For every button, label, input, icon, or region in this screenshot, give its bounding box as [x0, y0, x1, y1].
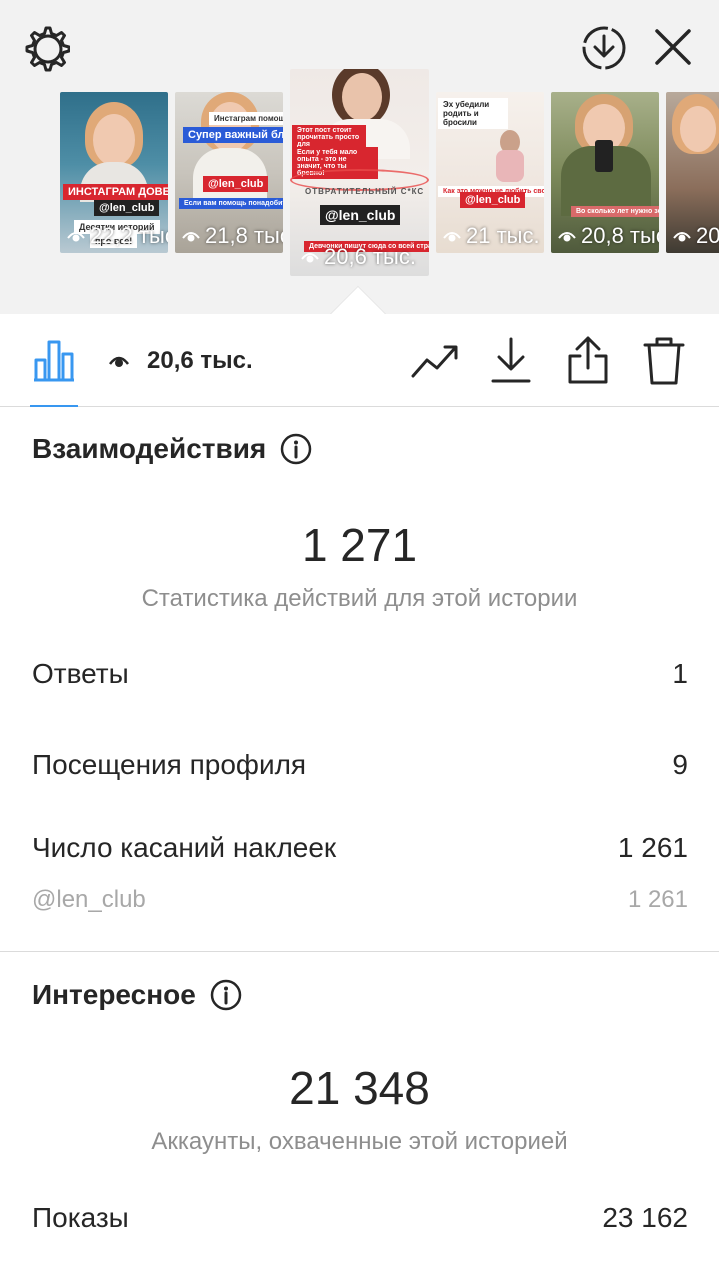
- stat-value: 1: [672, 658, 688, 689]
- views-count: 22,2 тыс.: [90, 223, 168, 248]
- trash-icon[interactable]: [642, 336, 686, 386]
- thumbnail-views: 21,8 тыс.: [181, 223, 283, 249]
- interactions-subtitle: Статистика действий для этой истории: [141, 585, 578, 612]
- stat-row-impressions: Показы 23 162: [32, 1202, 688, 1234]
- insights-toolbar: 20,6 тыс.: [0, 314, 719, 407]
- close-icon[interactable]: [652, 26, 694, 68]
- stat-row-sticker-taps: Число касаний наклеек 1 261: [32, 832, 688, 864]
- story-thumbnail[interactable]: ИНСТАГРАМ ДОВЕРИЯ! @len_club Десятки ист…: [60, 92, 168, 253]
- story-tag: ОТВРАТИТЕЛЬНЫЙ С*КС: [305, 187, 425, 196]
- stat-value: 1 261: [617, 832, 688, 863]
- info-icon[interactable]: [210, 979, 242, 1011]
- trend-icon[interactable]: [411, 342, 459, 380]
- person-face: [680, 106, 716, 152]
- eye-icon: [443, 232, 461, 242]
- thumbnail-views: 21 тыс.: [442, 223, 540, 249]
- section-divider: [0, 951, 719, 952]
- thumbnail-views: 22,2 тыс.: [66, 223, 168, 249]
- info-icon[interactable]: [280, 433, 312, 465]
- thumbnail-views: 20,8 тыс.: [557, 223, 659, 249]
- stat-label: Ответы: [32, 658, 129, 689]
- story-thumbnail-selected[interactable]: Этот пост стоит прочитать просто для про…: [290, 69, 429, 276]
- story-carousel: ИНСТАГРАМ ДОВЕРИЯ! @len_club Десятки ист…: [0, 0, 719, 314]
- story-tag: Инстаграм помощи: [209, 112, 283, 125]
- story-tag: Эх убедили родить и бросили: [438, 98, 508, 129]
- views-count: 21,8 тыс.: [205, 223, 283, 248]
- eye-icon: [301, 253, 319, 263]
- story-thumbnail[interactable]: Инстаграм помощи Супер важный блог! @len…: [175, 92, 283, 253]
- section-title: Взаимодействия: [32, 433, 267, 464]
- bar-chart-icon[interactable]: [32, 338, 76, 382]
- story-tag: Во сколько лет нужно зеркало: [571, 206, 659, 217]
- story-tag: @len_club: [320, 205, 401, 225]
- stat-row-replies: Ответы 1: [32, 658, 688, 690]
- stat-label: Показы: [32, 1202, 129, 1233]
- views-count: 20: [696, 223, 719, 248]
- stat-row-sticker-mention[interactable]: @len_club 1 261: [32, 886, 688, 914]
- views-count: 20,8 тыс.: [581, 223, 659, 248]
- download-icon[interactable]: [490, 336, 532, 384]
- stat-value: 9: [672, 749, 688, 780]
- views-count: 20,6 тыс.: [324, 244, 416, 269]
- story-tag: Супер важный блог!: [183, 127, 283, 143]
- person-face: [342, 73, 382, 121]
- phone-shape: [595, 140, 613, 172]
- gear-icon[interactable]: [22, 24, 70, 72]
- views-total: 20,6 тыс.: [147, 347, 253, 374]
- discovery-total: 21 348: [289, 1062, 430, 1114]
- child-body: [496, 150, 524, 182]
- share-icon[interactable]: [566, 334, 610, 386]
- section-title: Интересное: [32, 979, 196, 1010]
- thumbnail-views: 20: [672, 223, 719, 249]
- story-thumbnail[interactable]: 20: [666, 92, 719, 253]
- discovery-header: Интересное: [32, 979, 242, 1011]
- story-thumbnail[interactable]: Эх убедили родить и бросили Как это можн…: [436, 92, 544, 253]
- interactions-total: 1 271: [301, 519, 418, 571]
- download-circle-icon[interactable]: [580, 24, 628, 72]
- stat-value: 23 162: [602, 1202, 688, 1233]
- eye-icon: [109, 356, 129, 367]
- story-tag: Если вам помощь понадобится: [179, 198, 283, 209]
- stat-label: Число касаний наклеек: [32, 832, 337, 863]
- story-tag: @len_club: [203, 176, 269, 192]
- stat-label: Посещения профиля: [32, 749, 307, 780]
- story-tag: @len_club: [460, 192, 526, 208]
- story-tag: @len_club: [94, 200, 160, 216]
- eye-icon: [558, 232, 576, 242]
- interactions-header: Взаимодействия: [32, 433, 312, 465]
- stat-label: @len_club: [32, 886, 146, 913]
- stat-value: 1 261: [627, 886, 688, 913]
- discovery-subtitle: Аккаунты, охваченные этой историей: [151, 1128, 568, 1155]
- thumbnail-views: 20,6 тыс.: [300, 244, 416, 270]
- story-tag: ИНСТАГРАМ ДОВЕРИЯ!: [63, 184, 168, 200]
- active-tab-indicator: [30, 405, 78, 407]
- views-count: 21 тыс.: [466, 223, 540, 248]
- eye-icon: [182, 232, 200, 242]
- story-thumbnail[interactable]: Во сколько лет нужно зеркало 20,8 тыс.: [551, 92, 659, 253]
- eye-icon: [67, 232, 85, 242]
- stat-row-profile-visits: Посещения профиля 9: [32, 749, 688, 781]
- person-face: [93, 114, 135, 166]
- eye-icon: [673, 232, 691, 242]
